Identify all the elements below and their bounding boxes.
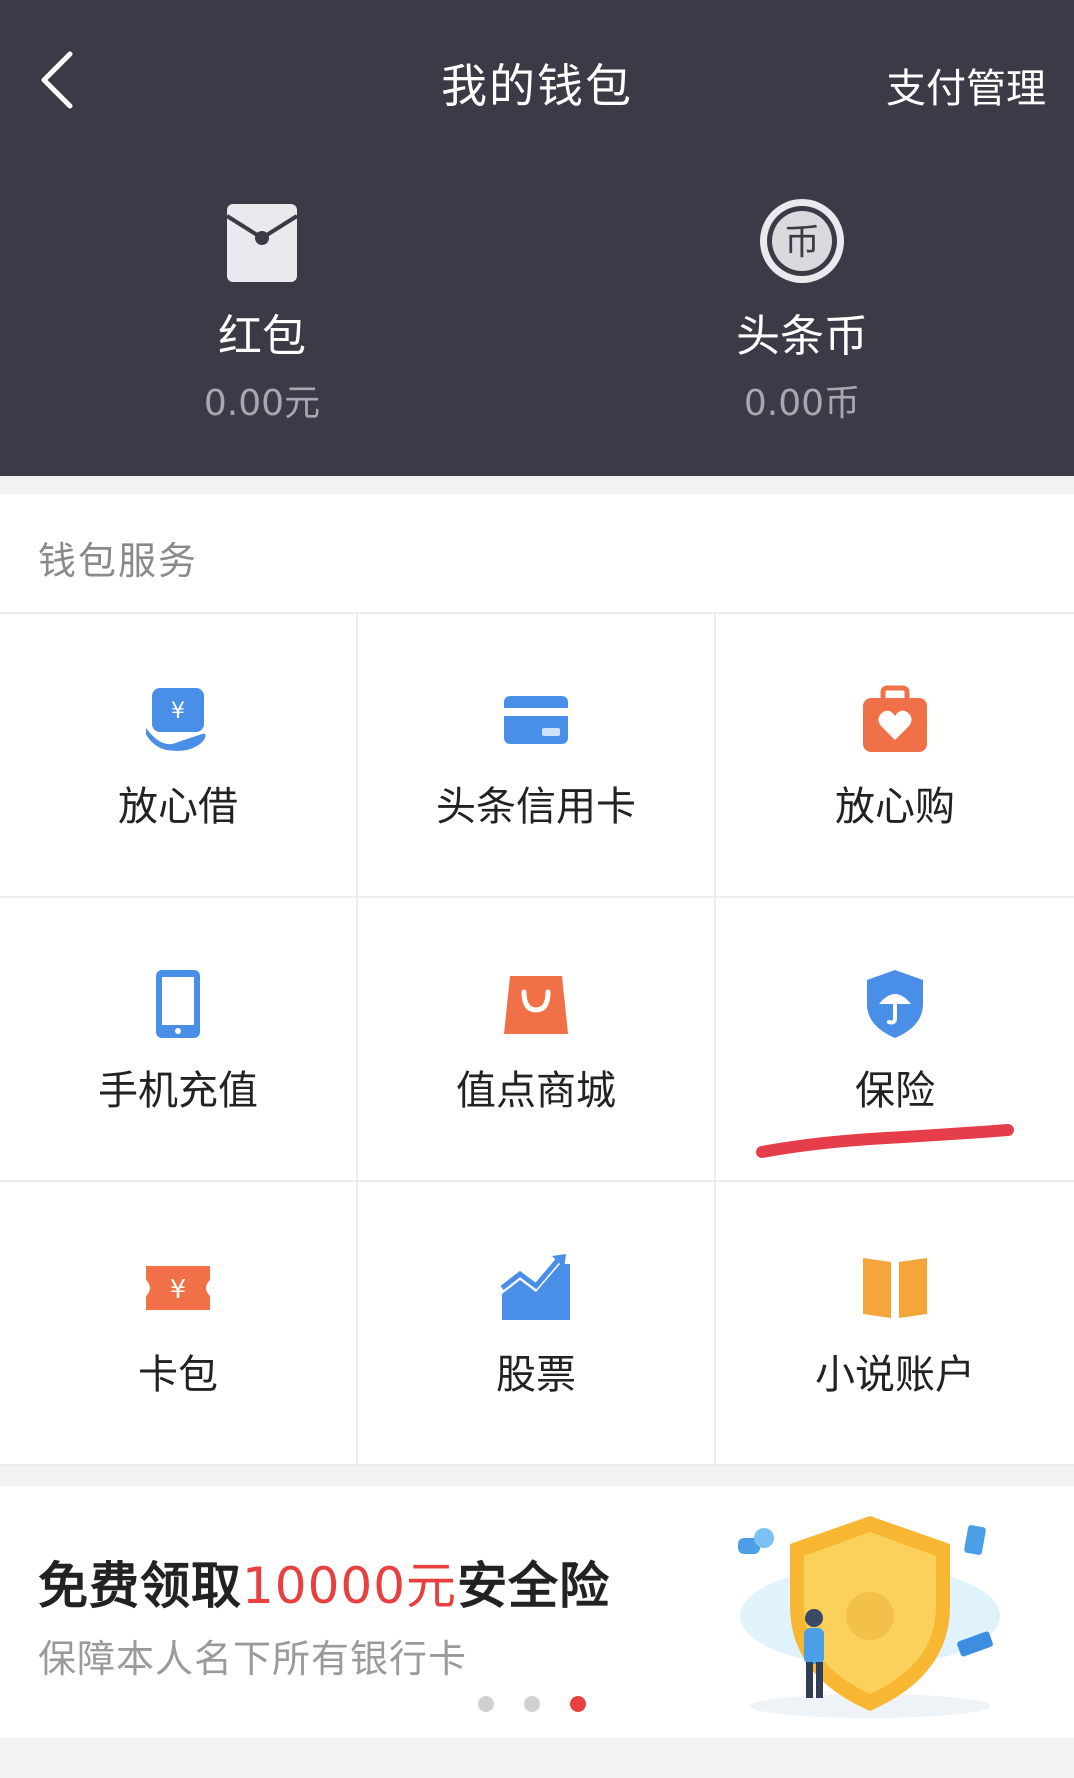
shield-illustration <box>720 1506 1020 1726</box>
service-insurance[interactable]: 保险 <box>716 898 1074 1182</box>
shield-umbrella-icon <box>859 968 931 1040</box>
service-grid: ¥ 放心借 头条信用卡 放心购 手机充值 值点商城 保险 ¥ 卡包 股票 小说账… <box>0 612 1074 1466</box>
banner-title-suffix: 安全险 <box>457 1557 611 1615</box>
carousel-dot-active[interactable] <box>570 1696 586 1712</box>
banner-title-amount: 10000元 <box>242 1557 458 1615</box>
service-novel-account[interactable]: 小说账户 <box>716 1182 1074 1466</box>
toutiao-coin-value: 0.00币 <box>743 383 861 424</box>
svg-text:¥: ¥ <box>171 699 185 724</box>
wallet-header: 我的钱包 支付管理 红包 0.00元 币 头条币 0.00币 <box>0 0 1074 476</box>
credit-card-icon <box>500 684 572 756</box>
service-stocks[interactable]: 股票 <box>358 1182 716 1466</box>
service-label: 放心购 <box>835 784 955 830</box>
stock-chart-icon <box>500 1252 572 1324</box>
svg-text:币: 币 <box>784 222 820 263</box>
insurance-promo-banner[interactable]: 免费领取10000元安全险 保障本人名下所有银行卡 <box>0 1486 1074 1738</box>
service-mall[interactable]: 值点商城 <box>358 898 716 1182</box>
banner-title-prefix: 免费领取 <box>38 1557 242 1615</box>
red-envelope-label: 红包 <box>218 311 306 362</box>
red-envelope-balance[interactable]: 红包 0.00元 <box>112 196 412 426</box>
toutiao-coin-label: 头条币 <box>736 311 868 362</box>
shopping-bag-heart-icon <box>859 684 931 756</box>
wallet-services-panel: 钱包服务 ¥ 放心借 头条信用卡 放心购 手机充值 值点商城 保险 ¥ 卡包 股… <box>0 494 1074 1466</box>
red-envelope-value: 0.00元 <box>203 383 321 424</box>
service-credit-card[interactable]: 头条信用卡 <box>358 614 716 898</box>
coin-icon: 币 <box>757 196 847 286</box>
red-envelope-icon <box>217 196 307 286</box>
banner-title: 免费领取10000元安全险 <box>38 1546 610 1618</box>
ticket-icon: ¥ <box>142 1252 214 1324</box>
book-icon <box>859 1252 931 1324</box>
service-label: 卡包 <box>138 1352 218 1398</box>
service-phone-topup[interactable]: 手机充值 <box>0 898 358 1182</box>
service-label: 股票 <box>496 1352 576 1398</box>
banner-subtitle: 保障本人名下所有银行卡 <box>38 1637 468 1681</box>
toutiao-coin-balance[interactable]: 币 头条币 0.00币 <box>652 196 952 426</box>
payment-management-link[interactable]: 支付管理 <box>886 56 1046 114</box>
section-title: 钱包服务 <box>38 539 199 583</box>
service-label: 保险 <box>855 1068 935 1114</box>
service-label: 小说账户 <box>815 1352 975 1398</box>
service-label: 头条信用卡 <box>436 784 636 830</box>
service-label: 放心借 <box>118 784 238 830</box>
service-safe-shopping[interactable]: 放心购 <box>716 614 1074 898</box>
carousel-dot[interactable] <box>524 1696 540 1712</box>
mall-bag-icon <box>500 968 572 1040</box>
service-loan[interactable]: ¥ 放心借 <box>0 614 358 898</box>
service-card-wallet[interactable]: ¥ 卡包 <box>0 1182 358 1466</box>
service-label: 值点商城 <box>456 1068 616 1114</box>
carousel-dot[interactable] <box>478 1696 494 1712</box>
carousel-indicator <box>478 1696 598 1716</box>
loan-icon: ¥ <box>142 684 214 756</box>
service-label: 手机充值 <box>98 1068 258 1114</box>
svg-text:¥: ¥ <box>170 1275 187 1305</box>
phone-icon <box>142 968 214 1040</box>
